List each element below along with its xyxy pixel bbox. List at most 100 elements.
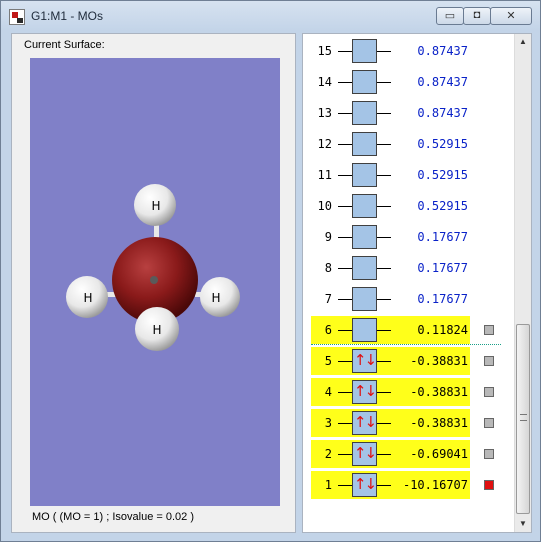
- mo-row[interactable]: 7 0.17677: [311, 285, 470, 313]
- maximize-icon: ◘: [473, 9, 481, 21]
- minimize-icon: ▭: [444, 10, 456, 22]
- orbital-box[interactable]: [352, 39, 377, 63]
- maximize-button[interactable]: ◘: [463, 7, 491, 25]
- mo-row[interactable]: 13 0.87437: [311, 99, 470, 127]
- gaussview-app-icon: [9, 9, 25, 25]
- level-line: [377, 392, 391, 393]
- level-line: [338, 268, 352, 269]
- mo-number: 10: [317, 199, 332, 213]
- atom-label-h: H: [152, 323, 161, 337]
- orbital-box[interactable]: [352, 163, 377, 187]
- mo-number: 12: [317, 137, 332, 151]
- level-line: [377, 361, 391, 362]
- carbon-atom: [150, 276, 158, 284]
- mo-surface-toggle[interactable]: [484, 356, 494, 366]
- mo-row[interactable]: 6 0.11824: [311, 316, 470, 344]
- orbital-box[interactable]: [352, 256, 377, 280]
- orbital-box[interactable]: [352, 70, 377, 94]
- surface-status: MO ( (MO = 1) ; Isovalue = 0.02 ): [32, 511, 194, 523]
- mo-surface-toggle[interactable]: [484, 387, 494, 397]
- mo-number: 14: [317, 75, 332, 89]
- molecule-render: H H H H: [66, 184, 240, 351]
- mo-row[interactable]: 4 ↑↓ -0.38831: [311, 378, 470, 406]
- level-line: [377, 237, 391, 238]
- mo-surface-toggle[interactable]: [484, 325, 494, 335]
- scrollbar-thumb[interactable]: [516, 324, 530, 514]
- mo-energy: 0.52915: [417, 137, 468, 151]
- mo-surface-toggle[interactable]: [484, 480, 494, 490]
- level-line: [377, 206, 391, 207]
- level-line: [338, 485, 352, 486]
- electron-pair-icon: ↑↓: [353, 351, 377, 369]
- homo-lumo-separator: [311, 344, 501, 345]
- window-title: G1:M1 - MOs: [31, 9, 104, 23]
- level-line: [377, 299, 391, 300]
- mo-number: 6: [324, 323, 332, 337]
- level-line: [338, 113, 352, 114]
- mo-window: G1:M1 - MOs ▭ ◘ ✕ Current Surface: H H H…: [0, 0, 541, 542]
- orbital-box[interactable]: [352, 194, 377, 218]
- mo-number: 7: [324, 292, 332, 306]
- mo-row[interactable]: 5 ↑↓ -0.38831: [311, 347, 470, 375]
- mo-energy: 0.11824: [417, 323, 468, 337]
- electron-pair-icon: ↑↓: [353, 413, 377, 431]
- scroll-down-arrow-icon[interactable]: ▼: [515, 516, 531, 532]
- level-line: [377, 144, 391, 145]
- mo-row[interactable]: 3 ↑↓ -0.38831: [311, 409, 470, 437]
- level-line: [338, 206, 352, 207]
- level-line: [338, 330, 352, 331]
- orbital-box[interactable]: [352, 287, 377, 311]
- level-line: [338, 175, 352, 176]
- level-line: [377, 82, 391, 83]
- mo-row[interactable]: 9 0.17677: [311, 223, 470, 251]
- minimize-button[interactable]: ▭: [436, 7, 464, 25]
- mo-row[interactable]: 15 0.87437: [311, 37, 470, 65]
- orbital-box[interactable]: ↑↓: [352, 349, 377, 373]
- electron-pair-icon: ↑↓: [353, 444, 377, 462]
- mo-row[interactable]: 8 0.17677: [311, 254, 470, 282]
- orbital-box[interactable]: [352, 225, 377, 249]
- orbital-box[interactable]: ↑↓: [352, 411, 377, 435]
- level-line: [377, 330, 391, 331]
- level-line: [338, 361, 352, 362]
- window-controls: ▭ ◘ ✕: [436, 7, 532, 27]
- vertical-scrollbar[interactable]: ▲ ▼: [514, 34, 531, 532]
- mo-number: 11: [317, 168, 332, 182]
- mo-number: 15: [317, 44, 332, 58]
- level-line: [338, 299, 352, 300]
- molecule-viewport[interactable]: H H H H: [30, 58, 280, 506]
- mo-row[interactable]: 11 0.52915: [311, 161, 470, 189]
- mo-energy: 0.17677: [417, 230, 468, 244]
- orbital-box[interactable]: [352, 132, 377, 156]
- mo-row[interactable]: 10 0.52915: [311, 192, 470, 220]
- orbital-box[interactable]: [352, 318, 377, 342]
- level-line: [377, 485, 391, 486]
- atom-label-h: H: [83, 291, 92, 305]
- mo-number: 8: [324, 261, 332, 275]
- mo-row[interactable]: 1 ↑↓ -10.16707: [311, 471, 470, 499]
- orbital-box[interactable]: ↑↓: [352, 473, 377, 497]
- mo-number: 13: [317, 106, 332, 120]
- mo-number: 2: [324, 447, 332, 461]
- mo-surface-toggle[interactable]: [484, 418, 494, 428]
- mo-row[interactable]: 2 ↑↓ -0.69041: [311, 440, 470, 468]
- scroll-up-arrow-icon[interactable]: ▲: [515, 34, 531, 50]
- close-button[interactable]: ✕: [490, 7, 532, 25]
- mo-energy: -0.38831: [410, 385, 468, 399]
- mo-row[interactable]: 14 0.87437: [311, 68, 470, 96]
- title-bar[interactable]: G1:M1 - MOs ▭ ◘ ✕: [1, 1, 540, 33]
- mo-energy: -0.69041: [410, 447, 468, 461]
- mo-row[interactable]: 12 0.52915: [311, 130, 470, 158]
- mo-diagram-panel: 15 0.87437 14 0.87437 13 0.87437 12 0.52915 11 0.…: [302, 33, 532, 533]
- level-line: [338, 82, 352, 83]
- orbital-box[interactable]: ↑↓: [352, 442, 377, 466]
- level-line: [338, 51, 352, 52]
- orbital-box[interactable]: ↑↓: [352, 380, 377, 404]
- grip-icon: [520, 414, 527, 421]
- mo-number: 3: [324, 416, 332, 430]
- mo-surface-toggle[interactable]: [484, 449, 494, 459]
- atom-label-h: H: [151, 199, 160, 213]
- mo-number: 4: [324, 385, 332, 399]
- orbital-box[interactable]: [352, 101, 377, 125]
- electron-pair-icon: ↑↓: [353, 475, 377, 493]
